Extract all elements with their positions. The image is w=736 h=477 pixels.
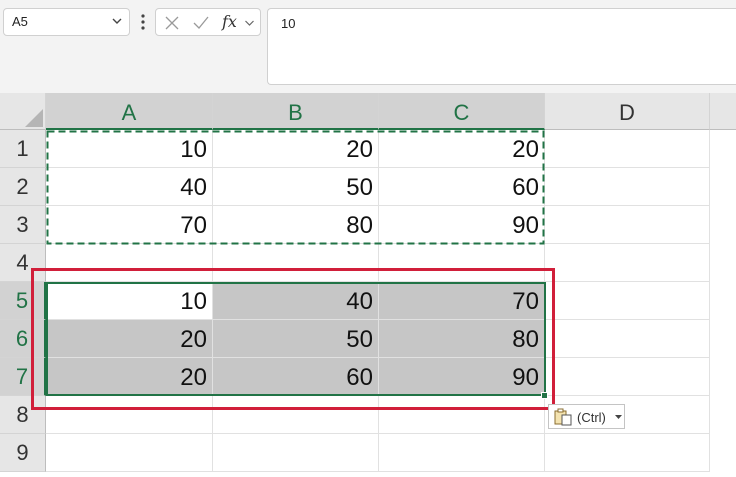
column-header-e[interactable] <box>710 93 736 130</box>
formula-input[interactable]: 10 <box>267 8 736 85</box>
more-options-icon[interactable] <box>139 13 147 31</box>
enter-check-icon[interactable] <box>192 15 210 31</box>
cell-d3[interactable] <box>545 206 710 244</box>
cell-d6[interactable] <box>545 320 710 358</box>
cell-d4[interactable] <box>545 244 710 282</box>
chevron-down-icon[interactable] <box>112 16 122 26</box>
column-header-b[interactable]: B <box>213 93 379 130</box>
chevron-down-icon[interactable] <box>244 18 255 28</box>
row-header-9[interactable]: 9 <box>0 434 46 472</box>
cell-d1[interactable] <box>545 130 710 168</box>
paste-options-label: (Ctrl) <box>577 410 606 425</box>
row-header-2[interactable]: 2 <box>0 168 46 206</box>
cell-d5[interactable] <box>545 282 710 320</box>
cell-d2[interactable] <box>545 168 710 206</box>
column-header-c[interactable]: C <box>379 93 545 130</box>
column-header-d[interactable]: D <box>545 93 710 130</box>
dropdown-arrow-icon <box>615 415 622 419</box>
name-box-value: A5 <box>12 14 28 29</box>
cell-b9[interactable] <box>213 434 379 472</box>
cell-a9[interactable] <box>46 434 213 472</box>
cell-c9[interactable] <box>379 434 545 472</box>
cell-d7[interactable] <box>545 358 710 396</box>
cancel-icon[interactable] <box>164 15 180 31</box>
select-all-button[interactable] <box>0 93 46 130</box>
paste-options-button[interactable]: (Ctrl) <box>548 404 625 429</box>
formula-controls: fx <box>155 8 261 36</box>
cell-d9[interactable] <box>545 434 710 472</box>
row-header-1[interactable]: 1 <box>0 130 46 168</box>
select-all-triangle-icon <box>25 109 43 127</box>
insert-function-icon[interactable]: fx <box>222 12 237 31</box>
name-box[interactable]: A5 <box>3 8 130 36</box>
column-header-a[interactable]: A <box>46 93 213 130</box>
copy-marquee <box>46 130 545 245</box>
highlight-box <box>31 268 555 410</box>
clipboard-icon <box>554 408 572 426</box>
row-header-3[interactable]: 3 <box>0 206 46 244</box>
